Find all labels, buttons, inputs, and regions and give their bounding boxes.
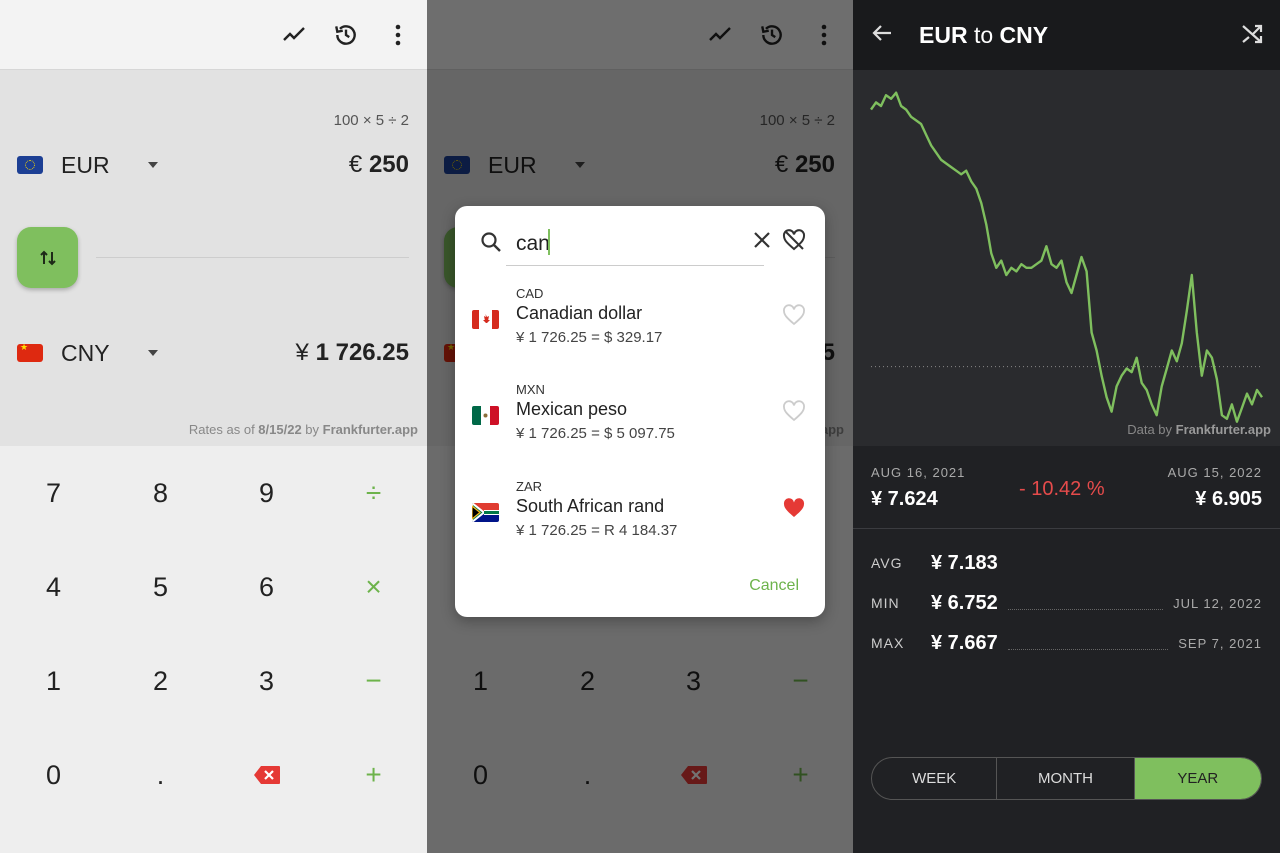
range-selector: WEEK MONTH YEAR bbox=[871, 757, 1262, 800]
top-app-bar bbox=[0, 0, 427, 70]
key-1-1[interactable]: 5 bbox=[107, 540, 214, 634]
key-0-1[interactable]: 8 bbox=[107, 446, 214, 540]
currency-option-zar[interactable]: ZAR South African rand ¥ 1 726.25 = R 4 … bbox=[455, 479, 825, 569]
avg-row: AVG ¥ 7.183 bbox=[871, 551, 998, 574]
to-amount: ¥ 1 726.25 bbox=[295, 339, 409, 366]
end-value: ¥ 6.905 bbox=[1195, 488, 1262, 510]
key-2-3[interactable]: − bbox=[320, 634, 427, 728]
key-1-2[interactable]: 6 bbox=[213, 540, 320, 634]
converter-screen: 100 × 5 ÷ 2 EUR € 250 CNY ¥ 1 726.25 Rat… bbox=[0, 0, 427, 853]
chart-title: EUR to CNY bbox=[919, 22, 1049, 48]
key-2-2[interactable]: 3 bbox=[213, 634, 320, 728]
currency-code: CAD bbox=[516, 286, 544, 301]
dropdown-caret-icon[interactable] bbox=[148, 162, 158, 168]
history-icon[interactable] bbox=[331, 20, 361, 50]
backspace-key[interactable] bbox=[213, 728, 320, 822]
chart-icon[interactable] bbox=[279, 20, 309, 50]
range-month-button[interactable]: MONTH bbox=[997, 758, 1135, 799]
mx-flag-icon bbox=[472, 406, 499, 425]
currency-conversion: ¥ 1 726.25 = $ 5 097.75 bbox=[516, 425, 675, 442]
from-currency-row[interactable]: EUR € 250 bbox=[17, 145, 409, 185]
key-0-3[interactable]: ÷ bbox=[320, 446, 427, 540]
text-cursor bbox=[548, 229, 550, 255]
converter-screen-with-dialog: 100 × 5 ÷ 2 EUR € 250 CNY ¥ 1 726.25 Rat… bbox=[427, 0, 853, 853]
swap-button[interactable] bbox=[17, 227, 78, 288]
rate-line-chart bbox=[870, 91, 1263, 423]
swap-icon bbox=[39, 250, 56, 265]
eu-flag-icon bbox=[17, 156, 43, 174]
currency-name: South African rand bbox=[516, 496, 665, 516]
currency-option-cad[interactable]: CAD Canadian dollar ¥ 1 726.25 = $ 329.1… bbox=[455, 286, 825, 376]
key-3-0[interactable]: 0 bbox=[0, 728, 107, 822]
end-date: AUG 15, 2022 bbox=[1167, 465, 1262, 480]
divider bbox=[96, 257, 409, 258]
rate-chart[interactable]: Data by Frankfurter.app bbox=[853, 70, 1280, 446]
start-date: AUG 16, 2021 bbox=[871, 465, 966, 480]
key-3-1[interactable]: . bbox=[107, 728, 214, 822]
favorites-filter-icon[interactable] bbox=[782, 229, 806, 256]
back-arrow-icon[interactable] bbox=[871, 22, 893, 49]
favorite-heart-filled-icon[interactable] bbox=[782, 497, 806, 524]
backspace-icon bbox=[253, 766, 280, 784]
data-source: Data by Frankfurter.app bbox=[1127, 422, 1271, 437]
favorite-heart-icon[interactable] bbox=[782, 400, 806, 427]
rates-info: Rates as of 8/15/22 by Frankfurter.app bbox=[188, 422, 418, 437]
key-1-3[interactable]: × bbox=[320, 540, 427, 634]
currency-code: MXN bbox=[516, 382, 545, 397]
favorite-heart-icon[interactable] bbox=[782, 304, 806, 331]
max-row: MAX ¥ 7.667 SEP 7, 2021 bbox=[871, 631, 1262, 654]
currency-conversion: ¥ 1 726.25 = $ 329.17 bbox=[516, 329, 663, 346]
min-row: MIN ¥ 6.752 JUL 12, 2022 bbox=[871, 591, 1262, 614]
key-2-0[interactable]: 1 bbox=[0, 634, 107, 728]
search-underline bbox=[506, 265, 764, 266]
currency-conversion: ¥ 1 726.25 = R 4 184.37 bbox=[516, 522, 678, 539]
key-1-0[interactable]: 4 bbox=[0, 540, 107, 634]
swap-currencies-icon[interactable] bbox=[1240, 22, 1264, 51]
converter-area: 100 × 5 ÷ 2 EUR € 250 CNY ¥ 1 726.25 Rat… bbox=[0, 70, 427, 446]
clear-icon[interactable] bbox=[753, 231, 771, 254]
range-week-button[interactable]: WEEK bbox=[872, 758, 998, 799]
chart-app-bar: EUR to CNY bbox=[853, 0, 1280, 70]
za-flag-icon bbox=[472, 503, 499, 522]
currency-search-dialog: can CAD Canadian dollar ¥ 1 726.25 = $ 3… bbox=[455, 206, 825, 617]
start-value: ¥ 7.624 bbox=[871, 488, 938, 510]
key-3-3[interactable]: + bbox=[320, 728, 427, 822]
expression: 100 × 5 ÷ 2 bbox=[333, 112, 409, 129]
key-0-2[interactable]: 9 bbox=[213, 446, 320, 540]
more-icon[interactable] bbox=[383, 20, 413, 50]
key-2-1[interactable]: 2 bbox=[107, 634, 214, 728]
from-currency-code: EUR bbox=[61, 151, 110, 178]
ca-flag-icon bbox=[472, 310, 499, 329]
divider bbox=[853, 528, 1280, 529]
rate-chart-screen: EUR to CNY Data by Frankfurter.app AUG 1… bbox=[853, 0, 1280, 853]
currency-name: Canadian dollar bbox=[516, 303, 643, 323]
currency-option-mxn[interactable]: MXN Mexican peso ¥ 1 726.25 = $ 5 097.75 bbox=[455, 382, 825, 472]
to-currency-row[interactable]: CNY ¥ 1 726.25 bbox=[17, 333, 409, 373]
key-0-0[interactable]: 7 bbox=[0, 446, 107, 540]
currency-code: ZAR bbox=[516, 479, 542, 494]
search-bar: can bbox=[475, 226, 805, 272]
search-input[interactable]: can bbox=[516, 232, 550, 256]
percent-change: - 10.42 % bbox=[1019, 478, 1105, 500]
to-currency-code: CNY bbox=[61, 339, 110, 366]
currency-name: Mexican peso bbox=[516, 399, 628, 419]
dropdown-caret-icon[interactable] bbox=[148, 350, 158, 356]
search-icon bbox=[479, 230, 503, 259]
range-year-button[interactable]: YEAR bbox=[1134, 758, 1261, 799]
from-amount: € 250 bbox=[348, 151, 409, 178]
keypad: 789÷ 456× 123− 0. + bbox=[0, 446, 427, 853]
cancel-button[interactable]: Cancel bbox=[749, 577, 799, 595]
rate-series-line bbox=[870, 91, 1263, 423]
cn-flag-icon bbox=[17, 344, 43, 362]
